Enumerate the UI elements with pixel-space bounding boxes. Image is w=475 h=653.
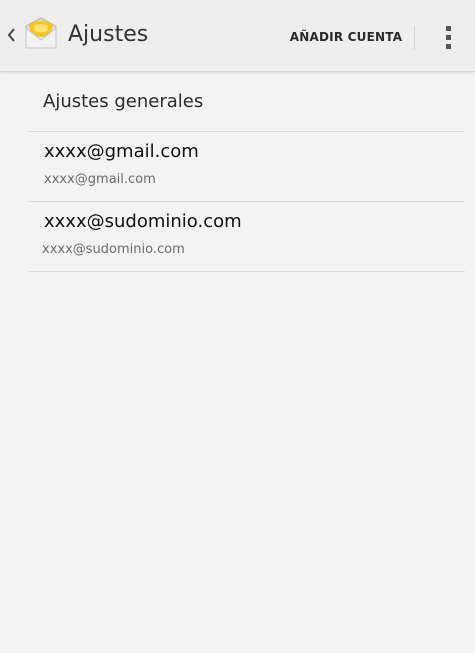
settings-screen: Ajustes AÑADIR CUENTA Ajustes generales … [0,0,475,653]
general-settings-label: Ajustes generales [43,91,204,112]
up-navigation-button[interactable]: Ajustes [0,12,170,58]
account-name: xxxx@gmail.com [44,141,199,162]
more-vert-icon-dot [446,26,451,31]
action-bar: Ajustes AÑADIR CUENTA [0,0,475,72]
more-vert-icon-dot [446,44,451,49]
account-email: xxxx@sudominio.com [42,242,185,257]
account-name: xxxx@sudominio.com [44,211,242,232]
account-item-gmail[interactable]: xxxx@gmail.com xxxx@gmail.com [28,132,465,202]
more-vert-icon-dot [446,35,451,40]
email-app-icon [25,17,57,49]
action-bar-divider [414,26,415,50]
chevron-left-icon [7,28,15,42]
add-account-button[interactable]: AÑADIR CUENTA [282,24,410,50]
account-email: xxxx@gmail.com [44,172,156,187]
overflow-menu-button[interactable] [430,20,466,56]
settings-list: Ajustes generales xxxx@gmail.com xxxx@gm… [28,71,465,272]
account-item-sudominio[interactable]: xxxx@sudominio.com xxxx@sudominio.com [28,202,465,272]
page-title: Ajustes [68,22,149,47]
general-settings-item[interactable]: Ajustes generales [28,71,465,132]
